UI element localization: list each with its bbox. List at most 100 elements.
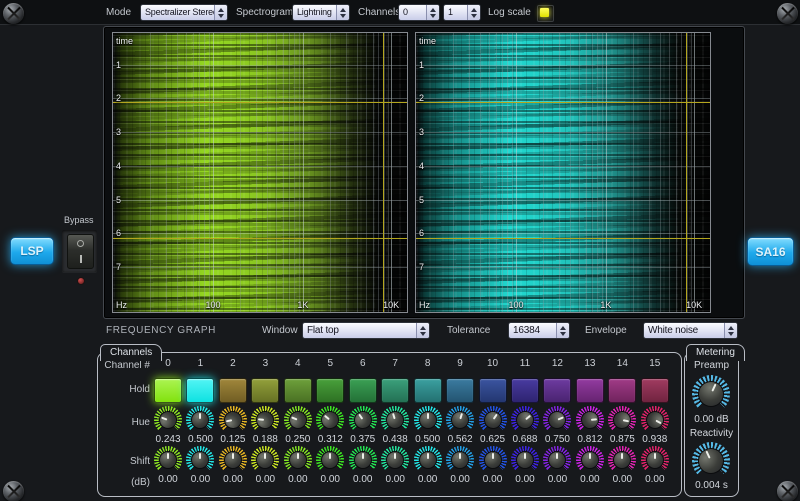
- frequency-gridline: [502, 33, 503, 312]
- channel-column-7: 70.4380.00: [380, 358, 410, 486]
- mode-select[interactable]: Spectralizer Stereo: [140, 4, 228, 21]
- shift-knob-7[interactable]: [381, 446, 409, 474]
- hold-button-6[interactable]: [349, 378, 377, 403]
- channel-b-spinner[interactable]: 1: [443, 4, 481, 21]
- hue-knob-8[interactable]: [414, 406, 442, 434]
- freq-tick-label: 10K: [686, 300, 702, 310]
- channel-a-arrows[interactable]: [426, 5, 439, 20]
- time-tick-label: 2: [419, 93, 424, 103]
- freq-tick-label: 100: [205, 300, 220, 310]
- hold-button-2[interactable]: [219, 378, 247, 403]
- spectrogram-select[interactable]: Lightning: [292, 4, 350, 21]
- hue-knob-6[interactable]: [349, 406, 377, 434]
- lsp-logo-button[interactable]: LSP: [10, 237, 54, 265]
- knob-cap: [191, 451, 209, 469]
- tolerance-spinner[interactable]: 16384: [508, 322, 570, 339]
- envelope-select[interactable]: White noise: [643, 322, 738, 339]
- hue-knob-0[interactable]: [154, 406, 182, 434]
- hue-knob-4[interactable]: [284, 406, 312, 434]
- shift-knob-13[interactable]: [576, 446, 604, 474]
- hue-knob-13[interactable]: [576, 406, 604, 434]
- shift-knob-2[interactable]: [219, 446, 247, 474]
- hue-knob-cell-14: [608, 406, 636, 434]
- hue-knob-cell-9: [446, 406, 474, 434]
- tolerance-value: 16384: [509, 323, 556, 338]
- shift-knob-4[interactable]: [284, 446, 312, 474]
- hold-button-12[interactable]: [543, 378, 571, 403]
- shift-knob-14[interactable]: [608, 446, 636, 474]
- hold-cell-5: [316, 374, 344, 406]
- spectrogram-select-arrows[interactable]: [336, 5, 349, 20]
- log-scale-checkbox[interactable]: [537, 5, 554, 22]
- hold-button-11[interactable]: [511, 378, 539, 403]
- knob-cap: [224, 451, 242, 469]
- arrow-up-icon: [340, 8, 346, 12]
- hold-button-14[interactable]: [608, 378, 636, 403]
- shift-knob-0[interactable]: [154, 446, 182, 474]
- channel-a-spinner[interactable]: 0: [398, 4, 440, 21]
- channel-b-arrows[interactable]: [467, 5, 480, 20]
- time-gridline: [113, 166, 407, 167]
- frequency-gridline: [543, 33, 544, 312]
- hold-button-4[interactable]: [284, 378, 312, 403]
- hue-knob-7[interactable]: [381, 406, 409, 434]
- shift-db-value-4: 0.00: [288, 474, 307, 486]
- hold-button-0[interactable]: [154, 378, 182, 403]
- hue-knob-12[interactable]: [543, 406, 571, 434]
- knob-pointer: [621, 453, 623, 459]
- preamp-knob[interactable]: [692, 375, 730, 413]
- frequency-gridline: [691, 33, 692, 312]
- knob-cap: [419, 411, 437, 429]
- channel-number-6: 6: [360, 358, 366, 374]
- hue-knob-9[interactable]: [446, 406, 474, 434]
- shift-knob-3[interactable]: [251, 446, 279, 474]
- tolerance-arrows[interactable]: [556, 323, 569, 338]
- hold-button-5[interactable]: [316, 378, 344, 403]
- hold-button-15[interactable]: [641, 378, 669, 403]
- hue-knob-1[interactable]: [186, 406, 214, 434]
- shift-knob-11[interactable]: [511, 446, 539, 474]
- hue-knob-14[interactable]: [608, 406, 636, 434]
- shift-knob-15[interactable]: [641, 446, 669, 474]
- shift-knob-12[interactable]: [543, 446, 571, 474]
- frequency-gridline: [676, 33, 677, 312]
- hue-knob-10[interactable]: [479, 406, 507, 434]
- reactivity-knob[interactable]: [692, 442, 730, 480]
- bypass-switch[interactable]: [67, 234, 94, 269]
- hue-value-13: 0.812: [577, 434, 602, 446]
- hold-button-13[interactable]: [576, 378, 604, 403]
- screw-bottom-right: [777, 481, 798, 501]
- hue-knob-3[interactable]: [251, 406, 279, 434]
- shift-knob-5[interactable]: [316, 446, 344, 474]
- mode-select-arrows[interactable]: [214, 5, 227, 20]
- window-select-arrows[interactable]: [416, 323, 429, 338]
- knob-pointer: [459, 453, 461, 459]
- hz-axis-label: Hz: [116, 300, 127, 310]
- frequency-gridline: [388, 33, 389, 312]
- shift-knob-6[interactable]: [349, 446, 377, 474]
- frequency-gridline: [660, 33, 661, 312]
- channel-column-13: 130.8120.00: [575, 358, 605, 486]
- frequency-gridline: [633, 33, 634, 312]
- shift-knob-1[interactable]: [186, 446, 214, 474]
- knob-cap: [191, 411, 209, 429]
- hold-button-8[interactable]: [414, 378, 442, 403]
- hue-knob-11[interactable]: [511, 406, 539, 434]
- hold-button-9[interactable]: [446, 378, 474, 403]
- hold-button-10[interactable]: [479, 378, 507, 403]
- hue-knob-5[interactable]: [316, 406, 344, 434]
- shift-knob-cell-9: [446, 446, 474, 474]
- time-gridline: [416, 166, 710, 167]
- window-select[interactable]: Flat top: [302, 322, 430, 339]
- knob-pointer: [291, 416, 297, 420]
- hue-knob-15[interactable]: [641, 406, 669, 434]
- shift-knob-9[interactable]: [446, 446, 474, 474]
- shift-knob-10[interactable]: [479, 446, 507, 474]
- hold-button-1[interactable]: [186, 378, 214, 403]
- knob-pointer: [524, 453, 526, 459]
- hold-button-7[interactable]: [381, 378, 409, 403]
- hue-knob-2[interactable]: [219, 406, 247, 434]
- envelope-select-arrows[interactable]: [724, 323, 737, 338]
- shift-knob-8[interactable]: [414, 446, 442, 474]
- hold-button-3[interactable]: [251, 378, 279, 403]
